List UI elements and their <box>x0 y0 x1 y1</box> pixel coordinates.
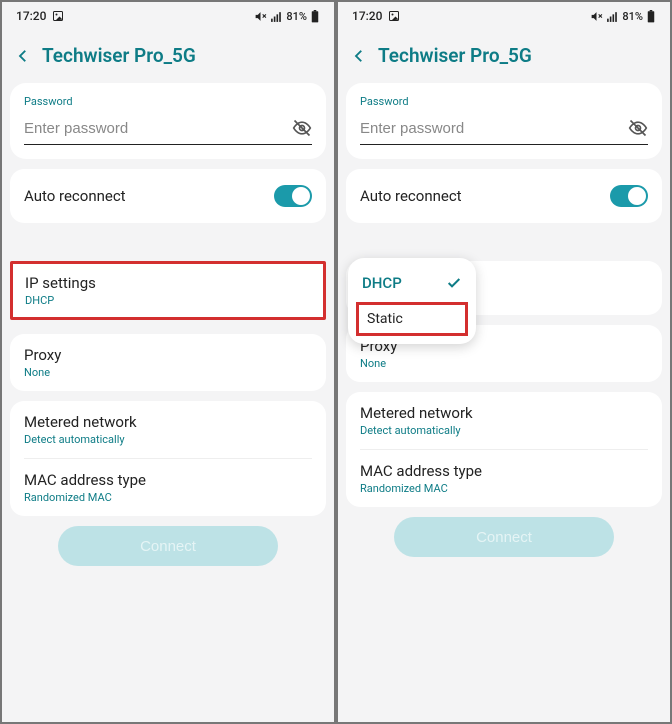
battery-icon <box>310 10 320 23</box>
mute-icon <box>590 10 603 23</box>
dropdown-option-label: DHCP <box>362 274 402 292</box>
mac-title: MAC address type <box>360 462 648 480</box>
title-bar: Techwiser Pro_5G <box>338 30 670 83</box>
mac-value: Randomized MAC <box>360 482 648 495</box>
dropdown-option-label: Static <box>367 311 403 327</box>
dropdown-option-static[interactable]: Static <box>356 302 468 336</box>
metered-row[interactable]: Metered network Detect automatically <box>10 401 326 458</box>
check-icon <box>446 275 462 291</box>
auto-reconnect-label: Auto reconnect <box>360 187 462 205</box>
mac-title: MAC address type <box>24 471 312 489</box>
auto-reconnect-row[interactable]: Auto reconnect <box>346 169 662 223</box>
password-input[interactable] <box>360 120 628 137</box>
status-time: 17:20 <box>352 9 382 23</box>
screen-right: 17:20 81% Techwiser Pro_5G Password Auto… <box>336 0 672 724</box>
auto-reconnect-label: Auto reconnect <box>24 187 126 205</box>
ip-settings-value: DHCP <box>25 294 311 307</box>
connect-button[interactable]: Connect <box>58 526 278 566</box>
page-title: Techwiser Pro_5G <box>378 44 532 67</box>
status-bar: 17:20 81% <box>338 2 670 30</box>
mac-row[interactable]: MAC address type Randomized MAC <box>346 450 662 507</box>
auto-reconnect-toggle[interactable] <box>610 185 648 207</box>
battery-icon <box>646 10 656 23</box>
metered-value: Detect automatically <box>24 433 312 446</box>
metered-title: Metered network <box>24 413 312 431</box>
battery-pct: 81% <box>286 10 307 23</box>
auto-reconnect-toggle[interactable] <box>274 185 312 207</box>
connect-button[interactable]: Connect <box>394 517 614 557</box>
password-card: Password <box>346 83 662 159</box>
password-label: Password <box>24 95 312 108</box>
password-label: Password <box>360 95 648 108</box>
title-bar: Techwiser Pro_5G <box>2 30 334 83</box>
screen-left: 17:20 81% Techwiser Pro_5G Password Auto… <box>0 0 336 724</box>
ip-settings-row[interactable]: IP settings DHCP <box>10 261 326 320</box>
password-card: Password <box>10 83 326 159</box>
network-stack: Metered network Detect automatically MAC… <box>346 392 662 507</box>
image-icon <box>388 10 400 22</box>
page-title: Techwiser Pro_5G <box>42 44 196 67</box>
metered-row[interactable]: Metered network Detect automatically <box>346 392 662 449</box>
auto-reconnect-row[interactable]: Auto reconnect <box>10 169 326 223</box>
image-icon <box>52 10 64 22</box>
mac-value: Randomized MAC <box>24 491 312 504</box>
network-stack: Metered network Detect automatically MAC… <box>10 401 326 516</box>
signal-icon <box>270 10 283 23</box>
visibility-off-icon[interactable] <box>628 118 648 138</box>
proxy-value: None <box>24 366 312 379</box>
signal-icon <box>606 10 619 23</box>
ip-settings-title: IP settings <box>25 274 311 292</box>
proxy-title: Proxy <box>24 346 312 364</box>
battery-pct: 81% <box>622 10 643 23</box>
metered-title: Metered network <box>360 404 648 422</box>
mac-row[interactable]: MAC address type Randomized MAC <box>10 459 326 516</box>
proxy-value: None <box>360 357 648 370</box>
status-bar: 17:20 81% <box>2 2 334 30</box>
metered-value: Detect automatically <box>360 424 648 437</box>
ip-settings-dropdown: DHCP Static <box>348 258 476 344</box>
status-time: 17:20 <box>16 9 46 23</box>
password-input[interactable] <box>24 120 292 137</box>
back-icon[interactable] <box>350 47 368 65</box>
back-icon[interactable] <box>14 47 32 65</box>
dropdown-option-dhcp[interactable]: DHCP <box>348 264 476 300</box>
proxy-row[interactable]: Proxy None <box>10 334 326 391</box>
visibility-off-icon[interactable] <box>292 118 312 138</box>
mute-icon <box>254 10 267 23</box>
